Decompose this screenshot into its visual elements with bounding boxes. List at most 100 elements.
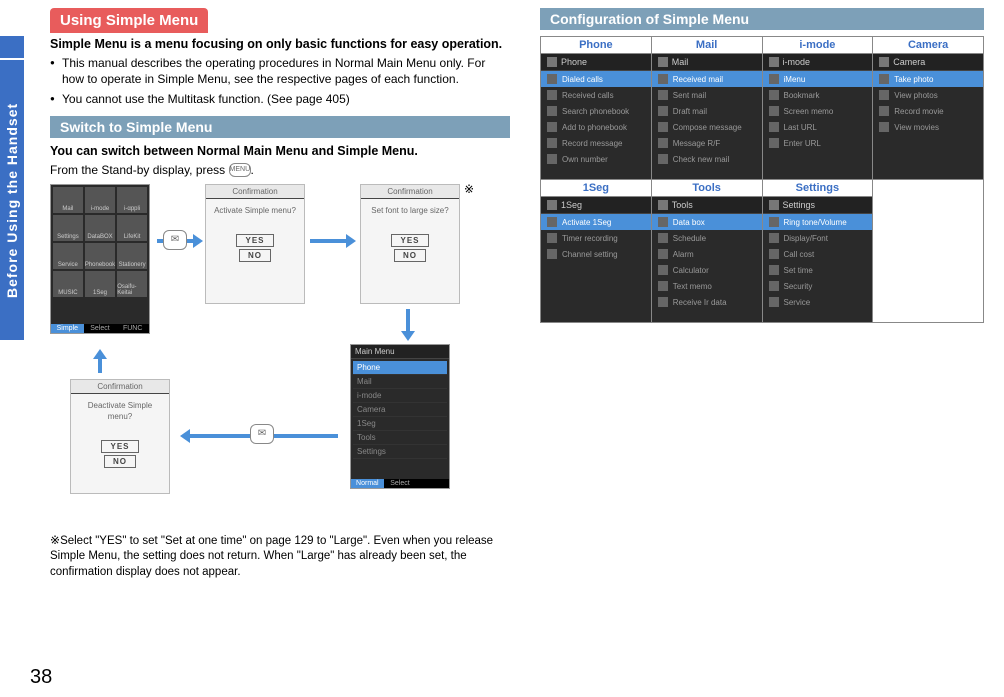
- mail-item-4: Check new mail: [673, 155, 729, 164]
- mini-imode-title: i-mode: [783, 57, 811, 67]
- page-number: 38: [30, 666, 52, 689]
- yes-3: YES: [101, 440, 138, 453]
- mini-phone: Phone Dialed calls Received calls Search…: [541, 54, 651, 179]
- icon-phonebook: Phonebook: [85, 243, 115, 269]
- screen-activate-confirm: Confirmation Activate Simple menu? YES N…: [205, 184, 305, 304]
- mini-camera-title: Camera: [893, 57, 925, 67]
- mini-settings-title: Settings: [783, 200, 816, 210]
- oneseg-item-0: Timer recording: [562, 234, 618, 243]
- icon-databox: DataBOX: [85, 215, 115, 241]
- screen-setfont-confirm: Confirmation Set font to large size? YES…: [360, 184, 460, 304]
- imode-item-0: Bookmark: [784, 91, 820, 100]
- deactivate-text: Deactivate Simple menu?: [71, 394, 169, 428]
- settings-item-4: Service: [784, 298, 811, 307]
- mini-1seg-hl: Activate 1Seg: [562, 218, 611, 227]
- mini-tools-hl: Data box: [673, 218, 705, 227]
- icon-osaifu: Osaifu-Keitai: [117, 271, 147, 297]
- phone-item-1: Search phonebook: [562, 107, 629, 116]
- mini-imode-hl: iMenu: [784, 75, 806, 84]
- icon-mail: Mail: [53, 187, 83, 213]
- mini-mail: Mail Received mail Sent mail Draft mail …: [652, 54, 762, 179]
- icon-iappli: i-αppli: [117, 187, 147, 213]
- imode-item-2: Last URL: [784, 123, 817, 132]
- mini-mail-title: Mail: [672, 57, 689, 67]
- arrow-3: [406, 309, 410, 331]
- simple-bottom-bar: Normal Select: [351, 479, 449, 488]
- switch-bold: You can switch between Normal Main Menu …: [50, 144, 510, 158]
- dialed-icon: [547, 74, 557, 84]
- standby-instruction: From the Stand-by display, press MENU.: [50, 162, 510, 178]
- confirm-title-3: Confirmation: [71, 380, 169, 394]
- mini-settings-hl: Ring tone/Volume: [784, 218, 847, 227]
- mail-item-3: Message R/F: [673, 139, 721, 148]
- settings-icon: [769, 200, 779, 210]
- normal-menu-grid: Mail i-mode i-αppli Settings DataBOX Lif…: [51, 185, 149, 299]
- tools-item-3: Text memo: [673, 282, 712, 291]
- mini-settings: Settings Ring tone/Volume Display/Font C…: [763, 197, 873, 322]
- icon-imode: i-mode: [85, 187, 115, 213]
- no-3: NO: [104, 455, 136, 468]
- phone-item-0: Received calls: [562, 91, 614, 100]
- confirm-title-1: Confirmation: [206, 185, 304, 199]
- hdr-phone: Phone: [541, 37, 652, 54]
- confirm-title-2: Confirmation: [361, 185, 459, 199]
- camera-item-1: Record movie: [894, 107, 943, 116]
- tv-icon: [547, 200, 557, 210]
- camera-item-0: View photos: [894, 91, 937, 100]
- standby-post: .: [251, 163, 254, 177]
- footnote-text: Select "YES" to set "Set at one time" on…: [50, 535, 493, 578]
- hdr-settings: Settings: [762, 180, 873, 197]
- mini-1seg-title: 1Seg: [561, 200, 582, 210]
- footnote: ※Select "YES" to set "Set at one time" o…: [50, 532, 510, 581]
- mail-icon: [658, 57, 668, 67]
- mail-key-icon-2: ✉: [250, 424, 274, 444]
- tools-icon: [658, 200, 668, 210]
- heading-config: Configuration of Simple Menu: [540, 8, 984, 30]
- oneseg-item-1: Channel setting: [562, 250, 618, 259]
- mini-phone-hl: Dialed calls: [562, 75, 603, 84]
- icon-1seg: 1Seg: [85, 271, 115, 297]
- icon-lifekit: LifeKit: [117, 215, 147, 241]
- mail-item-0: Sent mail: [673, 91, 706, 100]
- hdr-1seg: 1Seg: [541, 180, 652, 197]
- simple-menu-title: Main Menu: [351, 345, 449, 359]
- simple-item-mail: Mail: [353, 375, 447, 389]
- settings-item-3: Security: [784, 282, 813, 291]
- screen-normal-main-menu: Mail i-mode i-αppli Settings DataBOX Lif…: [50, 184, 150, 334]
- heading-switch: Switch to Simple Menu: [50, 116, 510, 138]
- imode-item-3: Enter URL: [784, 139, 821, 148]
- bullet-2: You cannot use the Multitask function. (…: [50, 91, 510, 107]
- hdr-mail: Mail: [651, 37, 762, 54]
- mini-tools: Tools Data box Schedule Alarm Calculator…: [652, 197, 762, 322]
- mini-imode: i-mode iMenu Bookmark Screen memo Last U…: [763, 54, 873, 179]
- simple-item-imode: i-mode: [353, 389, 447, 403]
- intro-bold: Simple Menu is a menu focusing on only b…: [50, 37, 510, 51]
- screen-deactivate-confirm: Confirmation Deactivate Simple menu? YES…: [70, 379, 170, 494]
- hdr-camera: Camera: [873, 37, 984, 54]
- footnote-star: ※: [50, 533, 60, 547]
- phone-item-4: Own number: [562, 155, 608, 164]
- no-1: NO: [239, 249, 271, 262]
- hdr-tools: Tools: [651, 180, 762, 197]
- arrow-5: [98, 359, 102, 373]
- activate-text: Activate Simple menu?: [206, 199, 304, 222]
- softkey-normal: Normal: [351, 479, 384, 488]
- mini-1seg: 1Seg Activate 1Seg Timer recording Chann…: [541, 197, 651, 322]
- mail-key-icon-1: ✉: [163, 230, 187, 250]
- phone-item-2: Add to phonebook: [562, 123, 627, 132]
- no-2: NO: [394, 249, 426, 262]
- simple-item-1seg: 1Seg: [353, 417, 447, 431]
- settings-item-0: Display/Font: [784, 234, 828, 243]
- sidebar-tab: Before Using the Handset: [0, 60, 24, 340]
- settings-item-1: Call cost: [784, 250, 815, 259]
- hdr-imode: i-mode: [762, 37, 873, 54]
- softkey-select-2: Select: [384, 479, 417, 488]
- icon-settings: Settings: [53, 215, 83, 241]
- yes-1: YES: [236, 234, 273, 247]
- mail-item-1: Draft mail: [673, 107, 707, 116]
- mini-tools-title: Tools: [672, 200, 693, 210]
- phone-item-3: Record message: [562, 139, 622, 148]
- icon-music: MUSIC: [53, 271, 83, 297]
- tools-item-1: Alarm: [673, 250, 694, 259]
- menu-key-icon: MENU: [229, 163, 251, 177]
